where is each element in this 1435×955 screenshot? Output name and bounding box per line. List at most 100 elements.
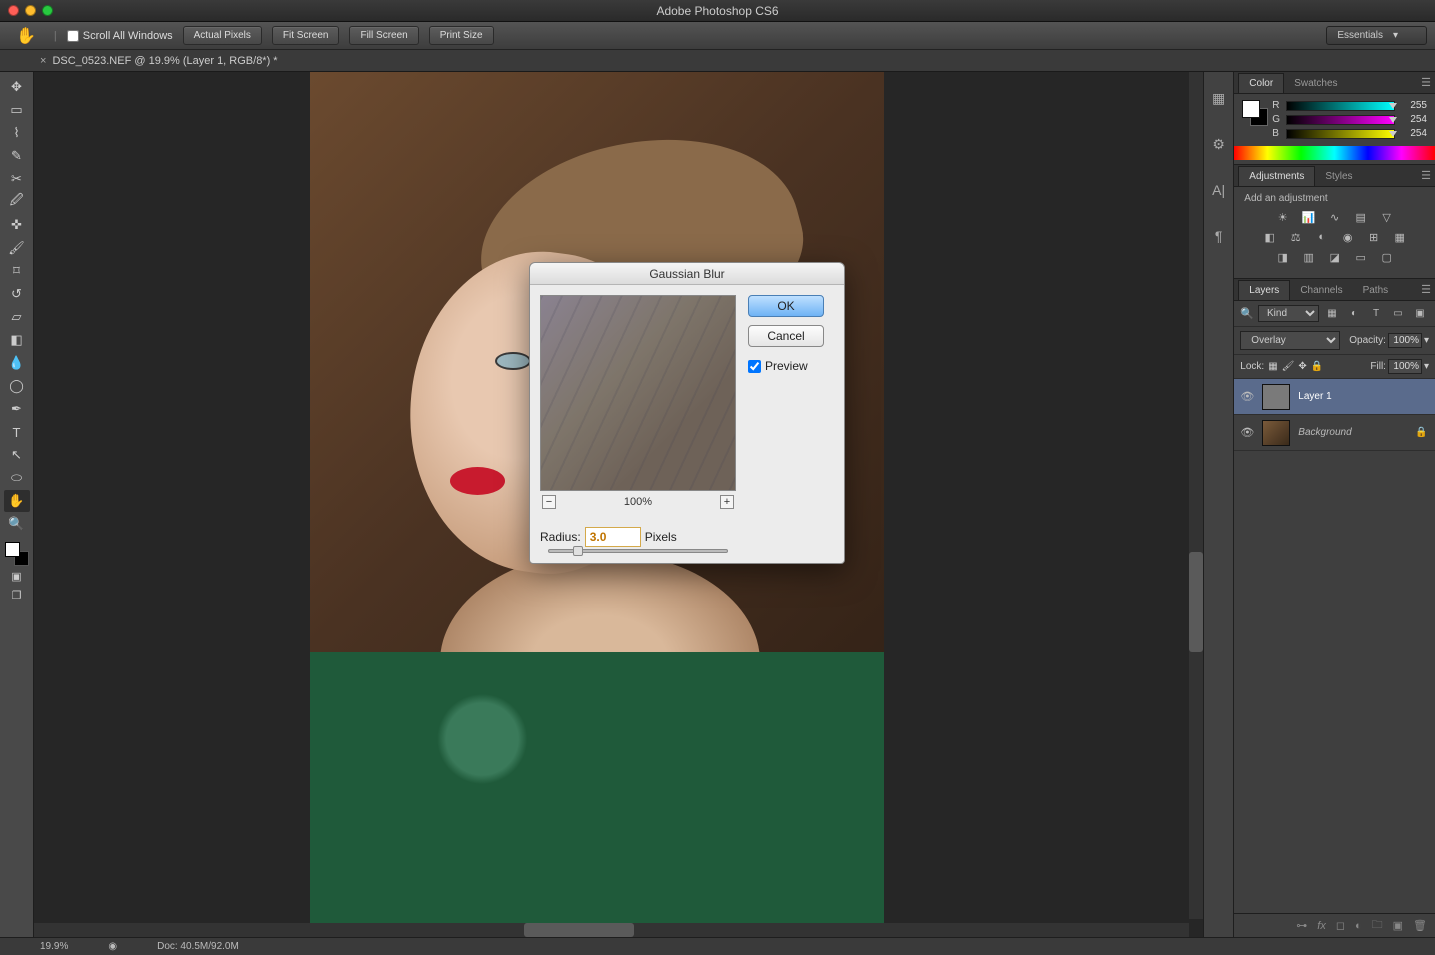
radius-input[interactable]	[585, 527, 641, 547]
r-slider[interactable]	[1286, 101, 1395, 111]
layer-name[interactable]: Layer 1	[1298, 391, 1429, 402]
layers-panel-menu-icon[interactable]: ☰	[1421, 283, 1431, 296]
history-brush-tool[interactable]: ↺	[4, 283, 30, 305]
zoom-out-button[interactable]: −	[542, 495, 556, 509]
vibrance-icon[interactable]: ▽	[1379, 210, 1395, 224]
filter-shape-icon[interactable]: ▭	[1389, 306, 1407, 322]
layer-filter-kind[interactable]: Kind	[1258, 305, 1319, 322]
threshold-icon[interactable]: ◪	[1327, 250, 1343, 264]
lock-position-icon[interactable]: ✥	[1298, 361, 1306, 372]
filter-pixel-icon[interactable]: ▦	[1323, 306, 1341, 322]
invert-icon[interactable]: ◨	[1275, 250, 1291, 264]
quick-select-tool[interactable]: ✎	[4, 145, 30, 167]
document-tab[interactable]: × DSC_0523.NEF @ 19.9% (Layer 1, RGB/8*)…	[30, 52, 288, 70]
layer-visibility-icon[interactable]: 👁	[1240, 390, 1254, 403]
tab-close-icon[interactable]: ×	[40, 55, 46, 67]
type-tool[interactable]: T	[4, 421, 30, 443]
print-size-button[interactable]: Print Size	[429, 26, 494, 45]
properties-panel-icon[interactable]: ⚙	[1207, 132, 1231, 156]
dodge-tool[interactable]: ◯	[4, 375, 30, 397]
lock-all-icon[interactable]: 🔒	[1311, 361, 1323, 372]
adjustment-layer-icon[interactable]: ◐	[1355, 920, 1362, 932]
exposure-icon[interactable]: ▤	[1353, 210, 1369, 224]
layer-name[interactable]: Background	[1298, 427, 1407, 438]
levels-icon[interactable]: 📊	[1301, 210, 1317, 224]
tab-adjustments[interactable]: Adjustments	[1238, 166, 1315, 186]
vertical-scrollbar[interactable]	[1189, 72, 1203, 919]
tab-layers[interactable]: Layers	[1238, 280, 1290, 300]
clone-stamp-tool[interactable]: ⌑	[4, 260, 30, 282]
marquee-tool[interactable]: ▭	[4, 99, 30, 121]
channel-mixer-icon[interactable]: ⊞	[1366, 230, 1382, 244]
blur-tool[interactable]: 💧	[4, 352, 30, 374]
lock-transparency-icon[interactable]: ▦	[1268, 361, 1277, 372]
b-slider[interactable]	[1286, 129, 1395, 139]
status-zoom[interactable]: 19.9%	[40, 941, 68, 952]
gradient-tool[interactable]: ◧	[4, 329, 30, 351]
history-panel-icon[interactable]: ▦	[1207, 86, 1231, 110]
b-value[interactable]: 254	[1399, 128, 1427, 139]
quick-mask-button[interactable]: ▣	[4, 567, 30, 585]
gradient-map-icon[interactable]: ▭	[1353, 250, 1369, 264]
opacity-input[interactable]	[1388, 333, 1422, 348]
layer-row[interactable]: 👁 Background 🔒	[1234, 415, 1435, 451]
pen-tool[interactable]: ✒	[4, 398, 30, 420]
fill-input[interactable]	[1388, 359, 1422, 374]
layer-thumbnail[interactable]	[1262, 384, 1290, 410]
layer-thumbnail[interactable]	[1262, 420, 1290, 446]
status-doc-size[interactable]: Doc: 40.5M/92.0M	[157, 941, 239, 952]
preview-checkbox[interactable]: Preview	[748, 359, 834, 373]
layer-group-icon[interactable]: 🗀	[1372, 916, 1383, 935]
bw-icon[interactable]: ◐	[1314, 230, 1330, 244]
status-preview-icon[interactable]: ◉	[108, 941, 117, 952]
hand-tool[interactable]: ✋	[4, 490, 30, 512]
fill-stepper-icon[interactable]: ▾	[1424, 361, 1429, 372]
workspace-switcher[interactable]: Essentials	[1326, 26, 1427, 45]
brush-tool[interactable]: 🖌	[4, 237, 30, 259]
tab-paths[interactable]: Paths	[1353, 281, 1399, 300]
link-layers-icon[interactable]: ⊶	[1296, 919, 1307, 932]
ok-button[interactable]: OK	[748, 295, 824, 317]
color-spectrum[interactable]	[1234, 146, 1435, 160]
new-layer-icon[interactable]: ▣	[1393, 919, 1403, 932]
eyedropper-tool[interactable]: 🖉	[4, 191, 30, 213]
layer-mask-icon[interactable]: ◻	[1336, 919, 1345, 932]
cancel-button[interactable]: Cancel	[748, 325, 824, 347]
scroll-all-windows-checkbox[interactable]: Scroll All Windows	[67, 30, 173, 42]
filter-type-icon[interactable]: T	[1367, 306, 1385, 322]
layer-row[interactable]: 👁 Layer 1	[1234, 379, 1435, 415]
dialog-preview-image[interactable]	[540, 295, 736, 491]
blend-mode-select[interactable]: Overlay	[1240, 331, 1340, 350]
layer-style-icon[interactable]: fx	[1317, 920, 1326, 932]
delete-layer-icon[interactable]: 🗑	[1413, 919, 1427, 932]
tab-styles[interactable]: Styles	[1315, 167, 1362, 186]
opacity-stepper-icon[interactable]: ▾	[1424, 335, 1429, 346]
tab-color[interactable]: Color	[1238, 73, 1284, 93]
preview-checkbox-input[interactable]	[748, 360, 761, 373]
eraser-tool[interactable]: ▱	[4, 306, 30, 328]
adjustments-panel-menu-icon[interactable]: ☰	[1421, 169, 1431, 182]
posterize-icon[interactable]: ▥	[1301, 250, 1317, 264]
foreground-background-swatch[interactable]	[5, 542, 29, 566]
paragraph-panel-icon[interactable]: ¶	[1207, 224, 1231, 248]
move-tool[interactable]: ✥	[4, 76, 30, 98]
fit-screen-button[interactable]: Fit Screen	[272, 26, 340, 45]
fill-screen-button[interactable]: Fill Screen	[349, 26, 418, 45]
r-value[interactable]: 255	[1399, 100, 1427, 111]
path-selection-tool[interactable]: ↖	[4, 444, 30, 466]
shape-tool[interactable]: ⬭	[4, 467, 30, 489]
vertical-scrollbar-thumb[interactable]	[1189, 552, 1203, 652]
horizontal-scrollbar-thumb[interactable]	[524, 923, 634, 937]
color-panel-menu-icon[interactable]: ☰	[1421, 76, 1431, 89]
brightness-contrast-icon[interactable]: ☀	[1275, 210, 1291, 224]
hue-sat-icon[interactable]: ◧	[1262, 230, 1278, 244]
filter-smart-icon[interactable]: ▣	[1411, 306, 1429, 322]
scroll-all-windows-input[interactable]	[67, 30, 79, 42]
actual-pixels-button[interactable]: Actual Pixels	[183, 26, 262, 45]
character-panel-icon[interactable]: A|	[1207, 178, 1231, 202]
horizontal-scrollbar[interactable]	[34, 923, 1189, 937]
foreground-color-swatch[interactable]	[5, 542, 20, 557]
color-balance-icon[interactable]: ⚖	[1288, 230, 1304, 244]
tab-channels[interactable]: Channels	[1290, 281, 1352, 300]
color-lookup-icon[interactable]: ▦	[1392, 230, 1408, 244]
